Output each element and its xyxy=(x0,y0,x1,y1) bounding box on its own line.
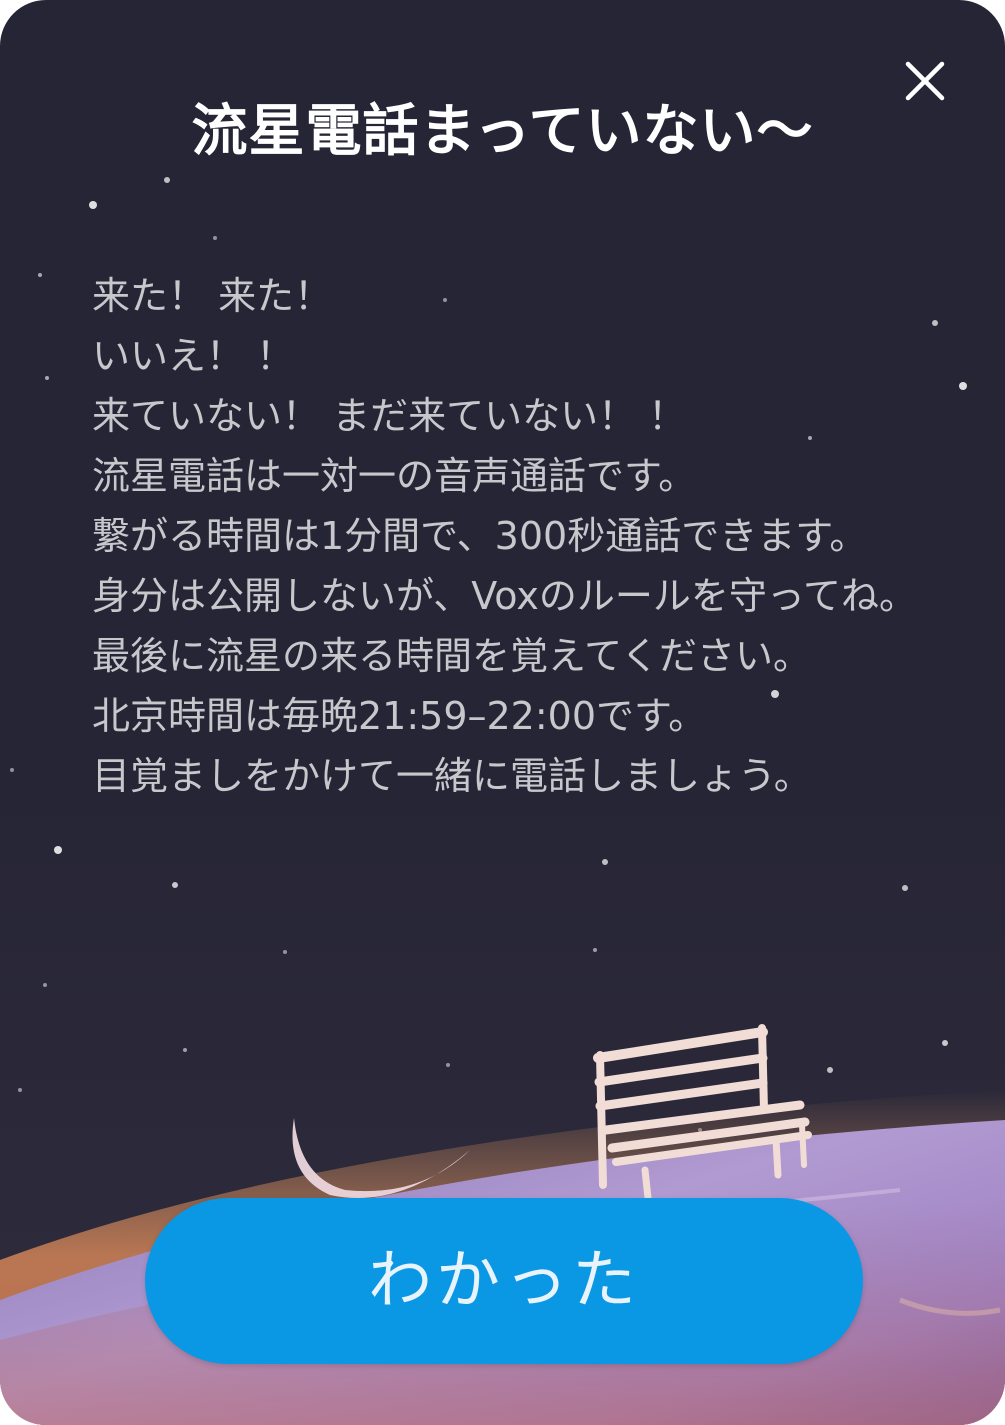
body-line: 目覚ましをかけて一緒に電話しましょう。 xyxy=(92,754,812,798)
body-line: 最後に流星の来る時間を覚えてください。 xyxy=(92,634,811,678)
body-line: 北京時間は毎晩21:59–22:00です。 xyxy=(92,694,707,738)
dialog-body: 来た！ 来た！ いいえ！ ！ 来ていない！ まだ来ていない！ ！ 流星電話は一対… xyxy=(92,266,992,806)
body-line: 繋がる時間は1分間で、300秒通話できます。 xyxy=(92,514,868,558)
body-line: 来た！ 来た！ xyxy=(92,274,333,318)
body-line: 来ていない！ まだ来ていない！ ！ xyxy=(92,394,687,438)
body-line: 流星電話は一対一の音声通話です。 xyxy=(92,454,697,498)
confirm-button[interactable]: わかった xyxy=(145,1198,863,1364)
dialog-title: 流星電話まっていない〜 xyxy=(191,99,814,164)
body-line: 身分は公開しないが、Voxのルールを守ってね。 xyxy=(92,574,917,618)
meteor-call-dialog: 流星電話まっていない〜 来た！ 来た！ いいえ！ ！ 来ていない！ まだ来ていな… xyxy=(0,0,1005,1425)
body-line: いいえ！ ！ xyxy=(92,334,295,378)
